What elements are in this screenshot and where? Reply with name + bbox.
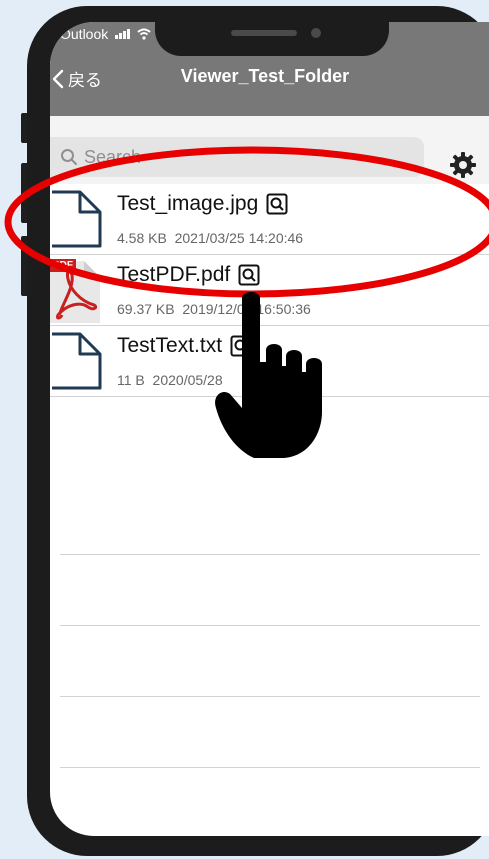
file-meta: 69.37 KB 2019/12/05 16:50:36 — [117, 301, 311, 317]
pdf-badge: PDF — [50, 259, 76, 272]
chevron-left-icon — [52, 69, 64, 88]
empty-list-rows — [60, 484, 480, 836]
status-bar: Outlook — [60, 26, 151, 42]
file-list: Test_image.jpg 4.58 KB 2021/03/25 14:20:… — [50, 184, 489, 397]
file-name: TestPDF.pdf — [117, 263, 260, 287]
back-label: 戻る — [68, 71, 102, 90]
document-icon — [52, 332, 102, 390]
file-size: 69.37 KB — [117, 301, 175, 317]
list-separator — [60, 768, 480, 836]
pdf-badge-label: PDF — [53, 260, 73, 271]
file-row-test-text[interactable]: TestText.txt 11 B 2020/05/28 — [50, 326, 489, 397]
file-meta: 4.58 KB 2021/03/25 14:20:46 — [117, 230, 303, 246]
carrier-label: Outlook — [60, 26, 109, 42]
notch — [155, 22, 389, 56]
file-size: 4.58 KB — [117, 230, 167, 246]
front-camera — [311, 28, 321, 38]
search-input[interactable]: Search — [50, 137, 424, 177]
speaker — [231, 30, 297, 36]
file-name: Test_image.jpg — [117, 192, 288, 216]
preview-icon[interactable] — [266, 193, 288, 215]
back-button[interactable]: 戻る — [52, 66, 102, 91]
list-separator — [60, 484, 480, 555]
file-row-test-pdf[interactable]: PDF TestPDF.pdf 69.37 KB 2019/12/05 16:5… — [50, 255, 489, 326]
phone-screen: Outlook 戻る Viewer_Test_Folder Search Tes… — [50, 22, 489, 836]
file-meta: 11 B 2020/05/28 — [117, 372, 223, 388]
file-row-test-image[interactable]: Test_image.jpg 4.58 KB 2021/03/25 14:20:… — [50, 184, 489, 255]
search-row: Search — [50, 116, 489, 184]
list-separator — [60, 697, 480, 768]
file-date: 2020/05/28 — [152, 372, 223, 388]
file-name-text: Test_image.jpg — [117, 192, 259, 215]
search-icon — [61, 149, 77, 165]
list-separator — [60, 626, 480, 697]
preview-icon[interactable] — [230, 335, 252, 357]
signal-icon — [115, 29, 131, 39]
file-size: 11 B — [117, 372, 145, 388]
document-icon — [52, 190, 102, 248]
file-date: 2019/12/05 16:50:36 — [182, 301, 311, 317]
file-name: TestText.txt — [117, 334, 252, 358]
preview-icon[interactable] — [238, 264, 260, 286]
page-title: Viewer_Test_Folder — [180, 66, 350, 86]
wifi-icon — [137, 28, 151, 40]
list-separator — [60, 555, 480, 626]
file-date: 2021/03/25 14:20:46 — [174, 230, 304, 246]
search-placeholder: Search — [84, 146, 142, 167]
file-name-text: TestPDF.pdf — [117, 263, 231, 286]
gear-icon[interactable] — [450, 152, 476, 178]
file-name-text: TestText.txt — [117, 334, 223, 357]
navigation-bar: Outlook 戻る Viewer_Test_Folder — [50, 22, 489, 116]
